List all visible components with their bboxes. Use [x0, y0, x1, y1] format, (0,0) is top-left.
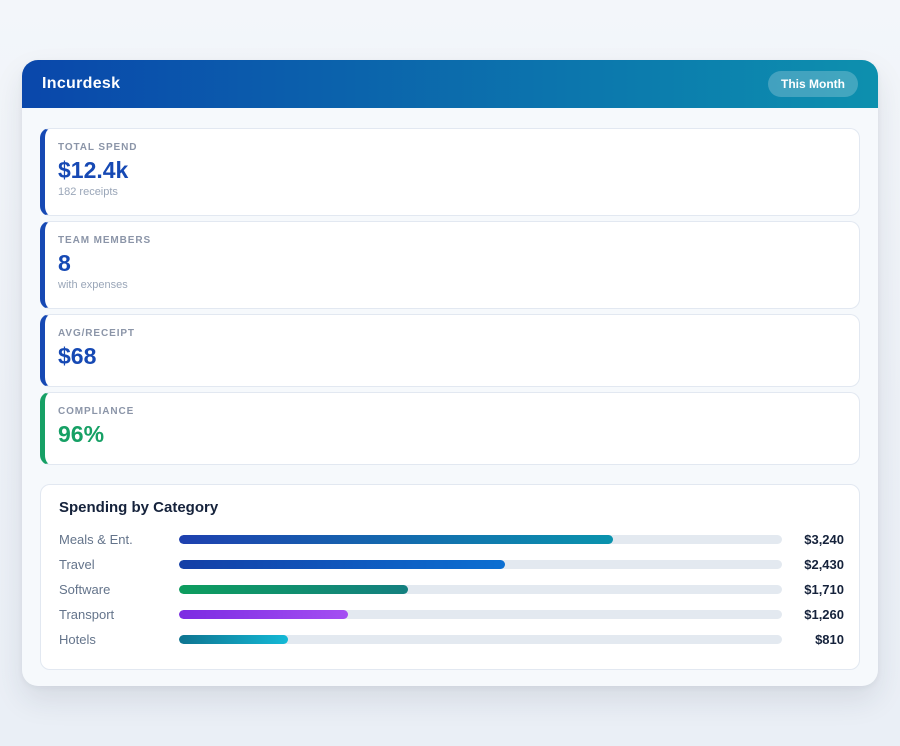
stat-card-total-spend: TOTAL SPEND $12.4k 182 receipts — [40, 128, 860, 216]
stat-card-team-members: TEAM MEMBERS 8 with expenses — [40, 221, 860, 309]
chart-row: Software $1,710 — [59, 577, 844, 602]
bar-track — [179, 585, 782, 594]
category-label: Transport — [59, 607, 179, 622]
value-label: $3,240 — [782, 532, 844, 547]
panel-content: TOTAL SPEND $12.4k 182 receipts TEAM MEM… — [22, 108, 878, 688]
stat-label: AVG/RECEIPT — [58, 328, 841, 339]
bar-track — [179, 535, 782, 544]
stat-card-avg-receipt: AVG/RECEIPT $68 — [40, 314, 860, 387]
chart-row: Meals & Ent. $3,240 — [59, 527, 844, 552]
stat-value: $12.4k — [58, 157, 841, 183]
stat-value: 8 — [58, 250, 841, 276]
chart-row: Hotels $810 — [59, 627, 844, 652]
value-label: $1,260 — [782, 607, 844, 622]
panel-header: Incurdesk This Month — [22, 60, 878, 108]
value-label: $1,710 — [782, 582, 844, 597]
category-label: Meals & Ent. — [59, 532, 179, 547]
category-label: Hotels — [59, 632, 179, 647]
dashboard-panel: Incurdesk This Month TOTAL SPEND $12.4k … — [22, 60, 878, 686]
bar-fill — [179, 585, 408, 594]
stat-label: TEAM MEMBERS — [58, 235, 841, 246]
category-label: Travel — [59, 557, 179, 572]
bar-fill — [179, 635, 288, 644]
stat-label: TOTAL SPEND — [58, 142, 841, 153]
app-title: Incurdesk — [42, 75, 120, 93]
chart-title: Spending by Category — [59, 499, 844, 516]
chart-row: Travel $2,430 — [59, 552, 844, 577]
stat-card-compliance: COMPLIANCE 96% — [40, 392, 860, 465]
value-label: $2,430 — [782, 557, 844, 572]
chart-row: Transport $1,260 — [59, 602, 844, 627]
stat-sub: with expenses — [58, 279, 841, 291]
stat-value: $68 — [58, 343, 841, 369]
chart-rows: Meals & Ent. $3,240 Travel $2,430 Software $1… — [59, 527, 844, 652]
bar-fill — [179, 560, 505, 569]
stat-sub: 182 receipts — [58, 186, 841, 198]
bar-fill — [179, 610, 348, 619]
bar-track — [179, 560, 782, 569]
value-label: $810 — [782, 632, 844, 647]
bar-fill — [179, 535, 613, 544]
category-label: Software — [59, 582, 179, 597]
stat-value: 96% — [58, 421, 841, 447]
period-badge[interactable]: This Month — [768, 71, 858, 97]
bar-track — [179, 610, 782, 619]
bar-track — [179, 635, 782, 644]
stat-label: COMPLIANCE — [58, 406, 841, 417]
spending-chart-card: Spending by Category Meals & Ent. $3,240 T… — [40, 484, 860, 670]
